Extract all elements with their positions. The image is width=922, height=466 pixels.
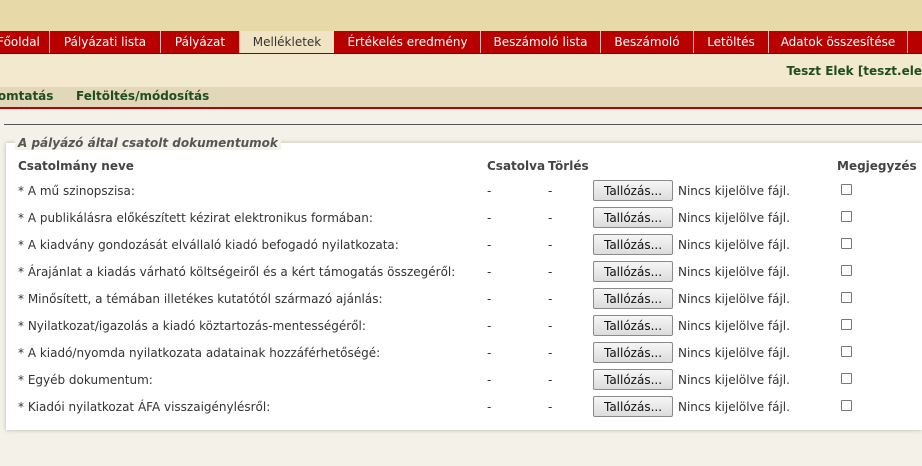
col-header-delete: Törlés <box>548 159 589 173</box>
col-header-attached: Csatolva <box>487 159 546 173</box>
subnav-feltoltes-modositas[interactable]: Feltöltés/módosítás <box>76 89 209 103</box>
no-file-label: Nincs kijelölve fájl. <box>678 400 790 414</box>
tab-beszamolo[interactable]: Beszámoló <box>601 31 694 53</box>
attached-value: - <box>487 238 492 252</box>
no-file-label: Nincs kijelölve fájl. <box>678 319 790 333</box>
tab-mellekletek[interactable]: Mellékletek <box>240 31 334 53</box>
col-header-name: Csatolmány neve <box>18 159 134 173</box>
attached-value: - <box>487 400 492 414</box>
attachment-name: * A publikálásra előkészített kézirat el… <box>18 211 373 225</box>
attached-value: - <box>487 265 492 279</box>
note-checkbox[interactable] <box>841 319 852 330</box>
note-checkbox[interactable] <box>841 211 852 222</box>
attachment-name: * Egyéb dokumentum: <box>18 373 153 387</box>
delete-value: - <box>548 373 553 387</box>
attachments-legend: A pályázó által csatolt dokumentumok <box>15 136 281 150</box>
note-checkbox[interactable] <box>841 184 852 195</box>
delete-value: - <box>548 292 553 306</box>
browse-button[interactable]: Tallózás... <box>593 207 673 228</box>
note-checkbox[interactable] <box>841 292 852 303</box>
delete-value: - <box>548 400 553 414</box>
header-banner <box>0 0 922 31</box>
col-header-note: Megjegyzés <box>837 159 917 173</box>
note-checkbox[interactable] <box>841 265 852 276</box>
delete-value: - <box>548 211 553 225</box>
attached-value: - <box>487 184 492 198</box>
delete-value: - <box>548 319 553 333</box>
attachment-name: * A kiadó/nyomda nyilatkozata adatainak … <box>18 346 381 360</box>
attachment-name: * Nyilatkozat/igazolás a kiadó köztartoz… <box>18 319 366 333</box>
no-file-label: Nincs kijelölve fájl. <box>678 346 790 360</box>
divider <box>4 124 922 125</box>
note-checkbox[interactable] <box>841 373 852 384</box>
browse-button[interactable]: Tallózás... <box>593 261 673 282</box>
no-file-label: Nincs kijelölve fájl. <box>678 373 790 387</box>
note-checkbox[interactable] <box>841 400 852 411</box>
delete-value: - <box>548 265 553 279</box>
attachment-name: * Kiadói nyilatkozat ÁFA visszaigénylésr… <box>18 400 271 414</box>
browse-button[interactable]: Tallózás... <box>593 315 673 336</box>
attachment-name: * A kiadvány gondozását elvállaló kiadó … <box>18 238 399 252</box>
tab-palyazati-lista[interactable]: Pályázati lista <box>50 31 161 53</box>
note-checkbox[interactable] <box>841 346 852 357</box>
no-file-label: Nincs kijelölve fájl. <box>678 211 790 225</box>
attached-value: - <box>487 211 492 225</box>
note-checkbox[interactable] <box>841 238 852 249</box>
attached-value: - <box>487 292 492 306</box>
delete-value: - <box>548 346 553 360</box>
browse-button[interactable]: Tallózás... <box>593 180 673 201</box>
tab-fooldal[interactable]: Főoldal <box>0 31 50 53</box>
no-file-label: Nincs kijelölve fájl. <box>678 292 790 306</box>
sub-nav: Nyomtatás Feltöltés/módosítás <box>0 87 922 109</box>
browse-button[interactable]: Tallózás... <box>593 369 673 390</box>
browse-button[interactable]: Tallózás... <box>593 396 673 417</box>
subnav-nyomtatas[interactable]: Nyomtatás <box>0 89 53 103</box>
attachment-name: * Árajánlat a kiadás várható költségeirő… <box>18 265 456 279</box>
tab-letoltes[interactable]: Letöltés <box>694 31 769 53</box>
delete-value: - <box>548 238 553 252</box>
tab-beszamolo-lista[interactable]: Beszámoló lista <box>481 31 601 53</box>
no-file-label: Nincs kijelölve fájl. <box>678 238 790 252</box>
delete-value: - <box>548 184 553 198</box>
no-file-label: Nincs kijelölve fájl. <box>678 265 790 279</box>
attachment-name: * A mű szinopszisa: <box>18 184 135 198</box>
user-bar: Teszt Elek [teszt.ele <box>0 54 922 87</box>
attached-value: - <box>487 346 492 360</box>
user-name: Teszt Elek [teszt.ele <box>786 64 922 78</box>
main-nav: Főoldal Pályázati lista Pályázat Mellékl… <box>0 31 922 54</box>
browse-button[interactable]: Tallózás... <box>593 234 673 255</box>
tab-palyazat[interactable]: Pályázat <box>161 31 240 53</box>
attachment-name: * Minősített, a témában illetékes kutató… <box>18 292 383 306</box>
no-file-label: Nincs kijelölve fájl. <box>678 184 790 198</box>
attached-value: - <box>487 319 492 333</box>
browse-button[interactable]: Tallózás... <box>593 288 673 309</box>
attached-value: - <box>487 373 492 387</box>
tab-ertekeles-eredmeny[interactable]: Értékelés eredmény <box>335 31 481 53</box>
tab-adatok-osszesitese[interactable]: Adatok összesítése <box>769 31 908 53</box>
browse-button[interactable]: Tallózás... <box>593 342 673 363</box>
